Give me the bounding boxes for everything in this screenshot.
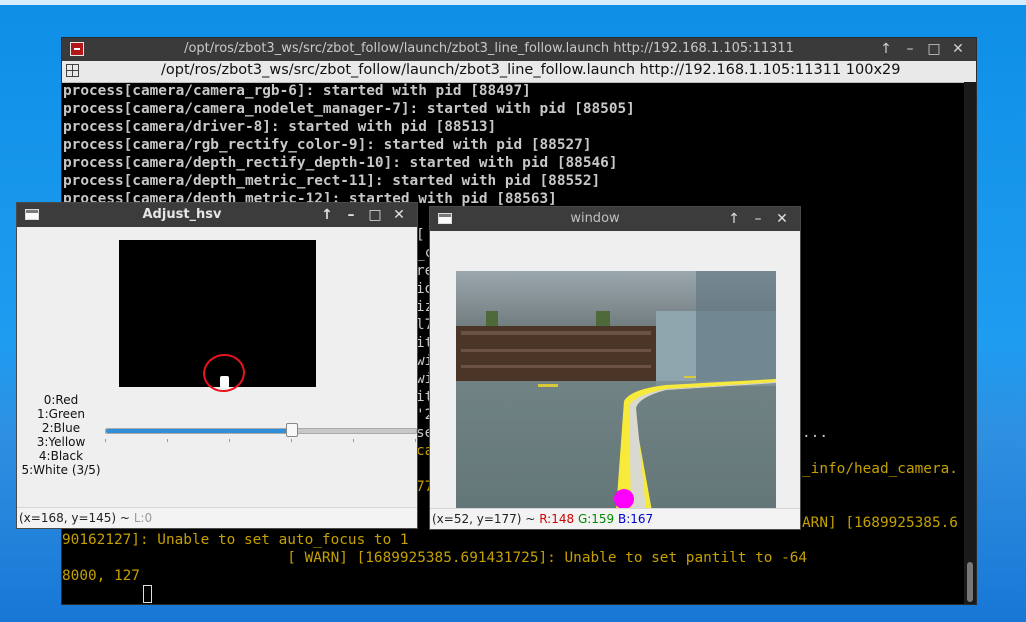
up-arrow-icon[interactable]: ↑ [874,40,898,58]
target-dot [614,489,634,509]
slider-tick [229,439,230,442]
minimize-icon[interactable]: – [898,40,922,58]
terminal-fragment: wi [416,371,430,387]
slider-tick [353,439,354,442]
color-options-list: 0:Red 1:Green 2:Blue 3:Yellow 4:Black 5:… [19,393,103,477]
terminal-scrollbar-thumb[interactable] [967,562,973,602]
terminal-fragment: ... [802,425,828,441]
terminal-fragment: '2 [416,407,430,423]
slider-tick [415,439,416,442]
camera-window-statusbar: (x=52, y=177) ~ R:148 G:159 B:167 [430,508,800,529]
terminal-menu-icon[interactable] [66,64,79,77]
adjust-hsv-titlebar[interactable]: Adjust_hsv ↑ – □ ✕ [17,203,417,227]
adjust-hsv-statusbar: (x=168, y=145) ~ L:0 [17,507,417,528]
close-icon[interactable]: ✕ [387,206,411,224]
slider-tick [105,439,106,442]
camera-window[interactable]: window ↑ – ✕ (x=52, y=177) ~ R:148 G:159… [429,206,801,530]
terminal-fragment: wi [416,353,430,369]
desktop-wallpaper-shape [0,0,1026,5]
camera-feed-image [456,271,776,511]
up-arrow-icon[interactable]: ↑ [315,206,339,224]
up-arrow-icon[interactable]: ↑ [722,210,746,228]
maximize-icon[interactable]: □ [363,206,387,224]
terminal-fragment: 77 [416,479,430,495]
hsv-mask-image [119,240,316,395]
terminal-fragment: io [416,281,430,297]
status-coords: (x=168, y=145) ~ [19,511,130,525]
terminal-fragment: _info/head_camera. [802,461,958,477]
status-red: R:148 [539,512,575,526]
camera-window-title: window [570,211,620,226]
minimize-icon[interactable]: – [746,210,770,228]
color-option: 2:Blue [41,421,81,435]
close-icon[interactable]: ✕ [946,40,970,58]
close-icon[interactable]: ✕ [770,210,794,228]
terminal-line: process[camera/driver-8]: started with p… [63,119,497,135]
color-slider-fill [106,429,292,433]
terminal-fragment: it [416,389,430,405]
terminal-fragment: ARN] [1689925385.6 [802,515,958,531]
terminal-fragment: re [416,263,430,279]
slider-tick [291,439,292,442]
color-option: 5:White (3/5) [21,463,101,477]
red-circle-annotation [200,351,248,395]
maximize-icon[interactable]: □ [922,40,946,58]
adjust-hsv-title: Adjust_hsv [142,207,222,222]
status-coords: (x=52, y=177) ~ [432,512,536,526]
terminal-fragment: it [416,335,430,351]
terminal-warn-line: 90162127]: Unable to set auto_focus to 1 [62,532,409,548]
color-option: 3:Yellow [36,435,86,449]
status-blue: B:167 [618,512,654,526]
window-app-icon[interactable] [438,213,452,224]
camera-scene [456,271,776,511]
terminal-fragment: l7 [416,317,430,333]
terminal-fragment: se [416,425,430,441]
camera-window-titlebar[interactable]: window ↑ – ✕ [430,207,800,231]
terminal-cursor [143,585,152,603]
terminal-fragment: iz [416,299,430,315]
terminal-visible-gap: [_c re io iz l7 it wi wi it '2 se ca 77 [416,226,430,526]
terminal-line: process[camera/depth_metric_rect-11]: st… [63,173,601,189]
window-app-icon[interactable] [25,209,39,220]
terminal-fragment: _c [416,245,430,261]
terminal-line: process[camera/rgb_rectify_color-9]: sta… [63,137,592,153]
terminal-line: process[camera/camera_rgb-6]: started wi… [63,83,531,99]
color-option: 4:Black [38,449,84,463]
slider-tick [167,439,168,442]
adjust-hsv-window[interactable]: Adjust_hsv ↑ – □ ✕ 0:Red 1:Green 2:Blue … [16,202,418,529]
color-option: 1:Green [36,407,86,421]
terminal-line: process[camera/depth_rectify_depth-10]: … [63,155,618,171]
terminal-line: process[camera/camera_nodelet_manager-7]… [63,101,635,117]
terminal-titlebar[interactable]: /opt/ros/zbot3_ws/src/zbot_follow/launch… [62,38,976,61]
status-green: G:159 [577,512,615,526]
terminal-toolbar: /opt/ros/zbot3_ws/src/zbot_follow/launch… [62,61,976,83]
minimize-icon[interactable]: – [339,206,363,224]
terminal-warn-line: [ WARN] [1689925385.691431725]: Unable t… [62,550,808,566]
terminal-app-icon[interactable] [70,42,84,56]
terminal-title: /opt/ros/zbot3_ws/src/zbot_follow/launch… [184,41,794,56]
terminal-toolbar-text: /opt/ros/zbot3_ws/src/zbot_follow/launch… [161,62,901,78]
terminal-scrollbar[interactable] [964,82,976,604]
color-option: 0:Red [43,393,79,407]
status-level: L:0 [133,511,153,525]
color-slider[interactable] [105,423,417,437]
terminal-fragment: ca [416,443,430,459]
color-slider-thumb[interactable] [286,423,298,437]
terminal-warn-line: 8000, 127 [62,568,140,584]
